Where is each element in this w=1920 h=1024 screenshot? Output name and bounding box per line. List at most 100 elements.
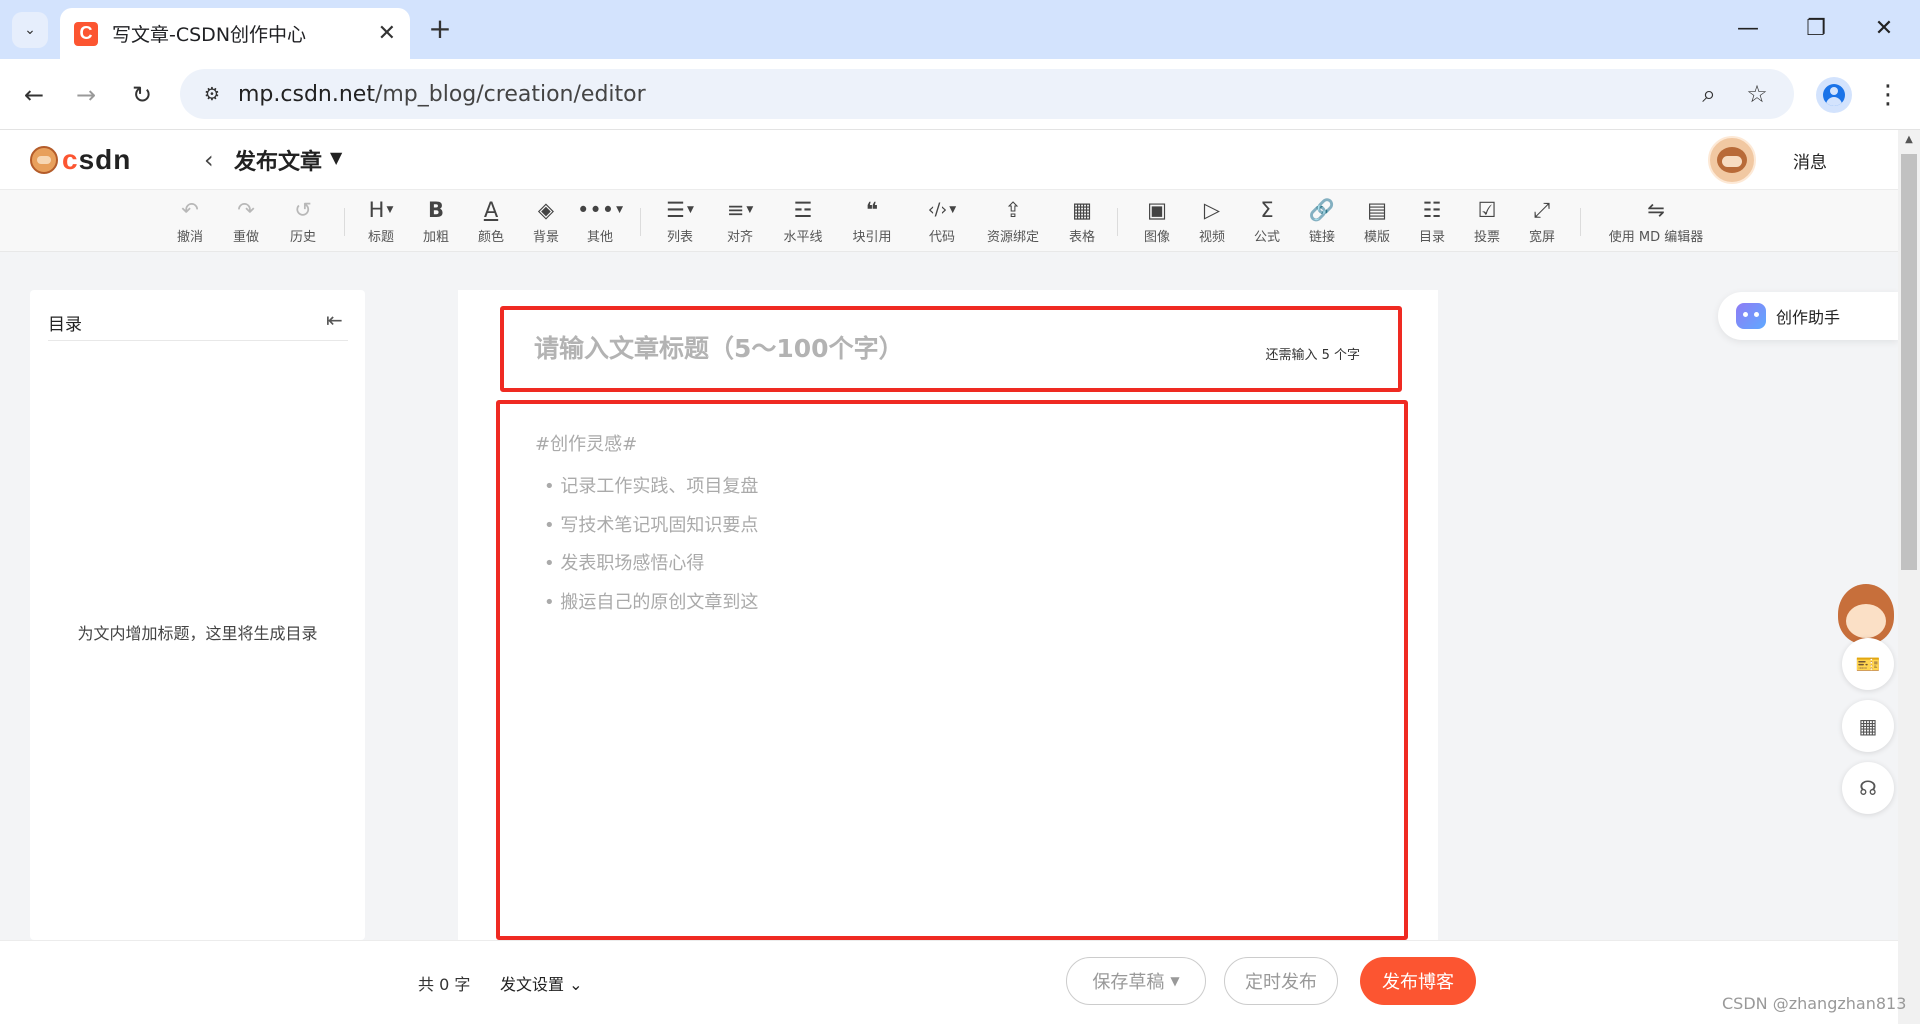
new-tab-icon[interactable]: + [422, 10, 458, 46]
list-item: 发表职场感悟心得 [544, 545, 758, 584]
md-editor-button[interactable]: ⇋ 使用 MD 编辑器 [1600, 196, 1712, 248]
undo-icon: ↶ [181, 198, 199, 222]
video-icon: ▷ [1203, 198, 1221, 222]
browser-menu-icon[interactable]: ⋮ [1875, 77, 1901, 113]
site-settings-icon[interactable]: ⚙ [196, 78, 228, 110]
align-icon: ≡ ▼ [726, 198, 754, 222]
toc-empty-hint: 为文内增加标题，这里将生成目录 [77, 624, 318, 643]
image-icon: ▣ [1147, 198, 1167, 222]
more-dots-icon: ••• ▼ [576, 198, 624, 222]
tab-close-icon[interactable]: ✕ [378, 21, 396, 46]
page-scrollbar[interactable]: ▲ [1898, 130, 1920, 1024]
url-bar[interactable]: ⚙ mp.csdn.net/mp_blog/creation/editor ⌕ … [180, 69, 1794, 119]
headset-icon[interactable]: ☊ [1842, 762, 1894, 814]
creation-assistant-button[interactable]: 创作助手 [1718, 292, 1898, 340]
horizontal-rule-icon: ☲ [793, 198, 813, 222]
list-item: 记录工作实践、项目复盘 [544, 468, 758, 507]
chevron-down-icon: ⌄ [564, 975, 583, 994]
list-item: 搬运自己的原创文章到这 [544, 584, 758, 623]
forward-arrow-icon[interactable]: → [66, 75, 106, 115]
resource-bind-button[interactable]: ⇪ 资源绑定 [978, 196, 1048, 248]
csdn-favicon-icon: C [74, 21, 98, 46]
browser-tab-active[interactable]: C 写文章-CSDN创作中心 ✕ [60, 8, 410, 59]
tab-title: 写文章-CSDN创作中心 [112, 24, 307, 46]
history-icon: ↺ [294, 198, 312, 222]
restore-icon[interactable]: ❐ [1794, 8, 1838, 48]
code-icon: ‹/› ▼ [927, 200, 957, 220]
assistant-label: 创作助手 [1776, 308, 1841, 327]
vote-icon: ☑ [1477, 198, 1497, 222]
save-draft-button[interactable]: 保存草稿 ▼ [1066, 957, 1206, 1005]
history-button[interactable]: ↺ 历史 [268, 196, 338, 248]
back-arrow-icon[interactable]: ← [14, 75, 54, 115]
bottom-action-bar: 共 0 字 发文设置 ⌄ 保存草稿 ▼ 定时发布 发布博客 [0, 940, 1898, 1024]
back-chevron-icon[interactable]: ‹ [204, 146, 214, 174]
table-button[interactable]: ▦ 表格 [1047, 196, 1117, 248]
reload-icon[interactable]: ↻ [122, 75, 162, 115]
editor-toolbar: ↶ 撤消 ↷ 重做 ↺ 历史 H ▼ 标题 B 加粗 A 颜色 ◈ 背景 ••• ▼… [0, 190, 1898, 252]
toc-title: 目录 [48, 315, 82, 335]
tab-search-chevron-icon[interactable]: ⌄ [12, 12, 48, 48]
table-icon: ▦ [1072, 198, 1092, 222]
bold-icon: B [427, 198, 444, 222]
article-body-editor[interactable]: #创作灵感# 记录工作实践、项目复盘 写技术笔记巩固知识要点 发表职场感悟心得 … [496, 400, 1408, 940]
folder-upload-icon: ⇪ [1004, 198, 1022, 222]
coupon-icon[interactable]: 🎫 [1842, 638, 1894, 690]
schedule-publish-button[interactable]: 定时发布 [1224, 957, 1338, 1005]
zoom-icon[interactable]: ⌕ [1694, 79, 1724, 109]
scrollbar-thumb[interactable] [1901, 154, 1917, 570]
avatar-face-icon [1717, 147, 1747, 173]
bookmark-star-icon[interactable]: ☆ [1742, 79, 1772, 109]
minimize-icon[interactable]: — [1726, 8, 1770, 48]
mascot-avatar[interactable] [1838, 584, 1894, 644]
toc-divider [48, 340, 348, 341]
list-item: 写技术笔记巩固知识要点 [544, 507, 758, 546]
publish-settings-dropdown[interactable]: 发文设置 ⌄ [500, 971, 583, 995]
collapse-toc-icon[interactable]: ⇤ [326, 308, 343, 332]
text-color-icon: A [483, 198, 499, 222]
template-icon: ▤ [1367, 198, 1387, 222]
messages-link[interactable]: 消息 [1760, 148, 1860, 173]
window-close-icon[interactable]: ✕ [1862, 8, 1906, 48]
toc-icon: ☷ [1422, 198, 1442, 222]
word-count: 共 0 字 [418, 975, 471, 994]
quote-icon: ❝ [865, 198, 879, 222]
user-avatar[interactable] [1708, 136, 1756, 184]
widescreen-button[interactable]: ⤢ 宽屏 [1507, 196, 1577, 248]
logo-text: csdn [62, 144, 132, 175]
watermark: CSDN @zhangzhan813 [1722, 994, 1907, 1013]
switch-arrows-icon: ⇋ [1647, 198, 1665, 222]
toolbar-divider [640, 208, 641, 236]
redo-icon: ↷ [237, 198, 255, 222]
caret-down-icon[interactable]: ▼ [330, 148, 342, 167]
url-text[interactable]: mp.csdn.net/mp_blog/creation/editor [238, 82, 646, 107]
csdn-logo[interactable]: csdn [30, 144, 131, 176]
align-button[interactable]: ≡ ▼ 对齐 [705, 196, 775, 248]
scroll-up-icon[interactable]: ▲ [1898, 134, 1920, 148]
list-icon: ☰ ▼ [666, 198, 694, 222]
toolbar-divider [1117, 208, 1118, 236]
blockquote-button[interactable]: ❝ 块引用 [837, 196, 907, 248]
page-title[interactable]: 发布文章 [234, 144, 322, 176]
body-hint-list: 记录工作实践、项目复盘 写技术笔记巩固知识要点 发表职场感悟心得 搬运自己的原创… [544, 468, 758, 622]
app-header: csdn ‹ 发布文章 ▼ 消息 [0, 130, 1898, 190]
csdn-monkey-icon [30, 146, 58, 174]
body-hint-title: #创作灵感# [535, 434, 638, 455]
browser-addressbar: ← → ↻ ⚙ mp.csdn.net/mp_blog/creation/edi… [0, 59, 1920, 130]
publish-blog-button[interactable]: 发布博客 [1360, 957, 1476, 1005]
more-button[interactable]: ••• ▼ 其他 [565, 196, 635, 248]
expand-icon: ⤢ [1533, 198, 1551, 222]
code-button[interactable]: ‹/› ▼ 代码 [907, 196, 977, 248]
profile-button[interactable] [1816, 77, 1852, 113]
title-area: 还需输入 5 个字 [500, 306, 1402, 392]
paint-bucket-icon: ◈ [537, 198, 555, 222]
toc-panel: 目录 ⇤ 为文内增加标题，这里将生成目录 [30, 290, 365, 940]
sigma-icon: Σ [1260, 198, 1274, 222]
qr-code-icon[interactable]: ▦ [1842, 700, 1894, 752]
horizontal-rule-button[interactable]: ☲ 水平线 [768, 196, 838, 248]
article-title-input[interactable] [534, 328, 1174, 368]
toolbar-divider [1580, 208, 1581, 236]
heading-icon: H ▼ [368, 198, 394, 222]
profile-avatar-icon [1823, 84, 1845, 106]
link-icon: 🔗 [1308, 198, 1336, 222]
